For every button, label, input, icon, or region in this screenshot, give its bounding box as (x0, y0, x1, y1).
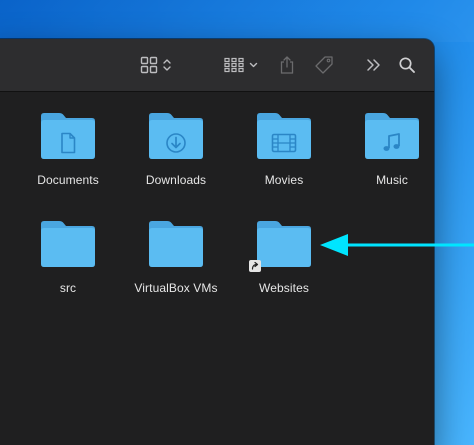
folder-item-documents[interactable]: Documents (18, 112, 118, 187)
chevron-down-icon (249, 61, 258, 69)
search-button[interactable] (396, 53, 418, 77)
alias-arrow-icon (249, 260, 261, 272)
view-grid-icon (140, 56, 158, 74)
document-icon (39, 130, 97, 156)
desktop-background (0, 0, 474, 42)
folder-label: Music (376, 173, 408, 187)
folder-item-downloads[interactable]: Downloads (126, 112, 226, 187)
folder-icon (39, 220, 97, 268)
folder-label: VirtualBox VMs (134, 281, 218, 295)
music-note-icon (363, 130, 421, 156)
annotation-arrow-icon (316, 230, 474, 260)
tag-icon (314, 55, 334, 75)
view-mode-button[interactable] (136, 53, 176, 77)
folder-icon (39, 112, 97, 160)
folder-item-src[interactable]: src (18, 220, 118, 295)
folder-icon (255, 112, 313, 160)
film-icon (255, 130, 313, 156)
folder-label: Movies (264, 173, 304, 187)
folder-item-movies[interactable]: Movies (234, 112, 334, 187)
folder-label: Documents (37, 173, 99, 187)
up-down-chevron-icon (162, 57, 172, 73)
file-grid: Documents Downloads Movies Music src Vir… (0, 92, 434, 445)
search-icon (398, 56, 416, 74)
group-by-icon (224, 57, 244, 73)
download-icon (147, 130, 205, 156)
folder-icon (249, 220, 313, 272)
share-button[interactable] (276, 53, 298, 77)
folder-item-music[interactable]: Music (342, 112, 434, 187)
group-by-button[interactable] (222, 53, 260, 77)
more-toolbar-items-button[interactable] (364, 53, 384, 77)
folder-label: Downloads (145, 173, 207, 187)
folder-label: Websites (259, 281, 309, 295)
folder-icon (363, 112, 421, 160)
folder-item-virtualbox-vms[interactable]: VirtualBox VMs (126, 220, 226, 295)
more-icon (366, 58, 382, 72)
share-icon (279, 55, 295, 75)
folder-icon (147, 220, 205, 268)
tag-button[interactable] (312, 53, 336, 77)
finder-toolbar (0, 39, 434, 92)
folder-label: src (59, 281, 77, 295)
folder-icon (147, 112, 205, 160)
